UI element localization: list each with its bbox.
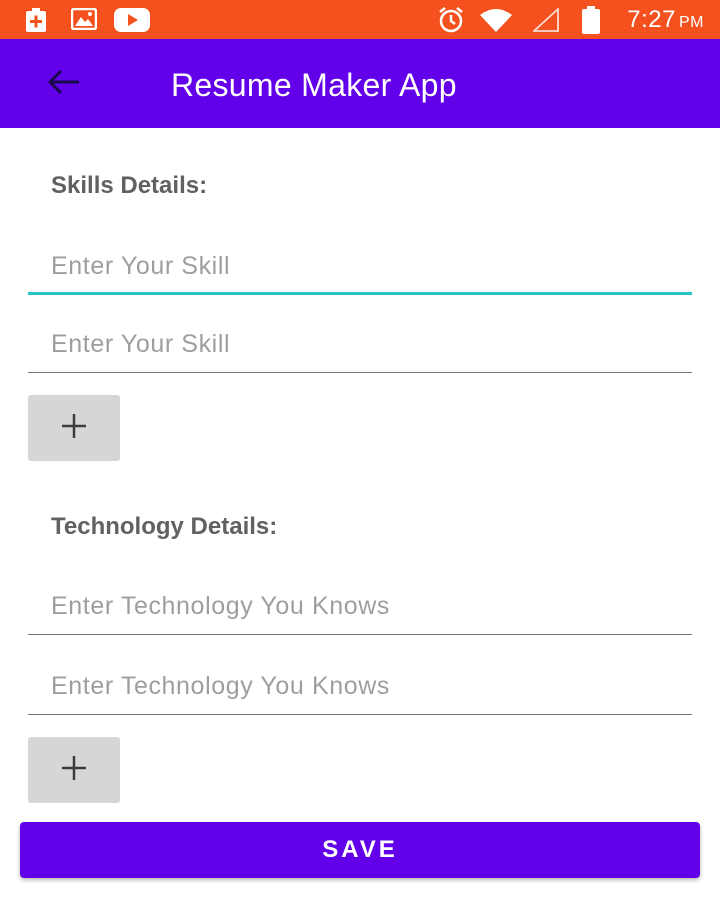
technology-input-2[interactable] [28,658,692,714]
back-button[interactable] [36,63,92,105]
signal-icon [531,6,559,37]
status-time: 7:27 PM [627,6,704,33]
technology-field-1 [28,578,692,638]
arrow-left-icon [47,69,81,100]
image-icon [70,7,98,35]
skill-input-1-underline [28,292,692,295]
battery-icon [582,6,600,39]
skill-input-1[interactable] [28,238,692,294]
technology-field-2 [28,658,692,718]
wifi-icon [479,8,513,37]
app-title: Resume Maker App [171,67,457,103]
save-button[interactable]: SAVE [20,822,700,878]
status-bar: 7:27 PM [0,0,720,39]
add-technology-button[interactable] [28,737,120,803]
technology-input-2-underline [28,714,692,715]
youtube-icon [114,8,150,37]
skill-input-2[interactable] [28,316,692,372]
alarm-icon [437,6,465,39]
technology-input-1[interactable] [28,578,692,634]
skill-field-1 [28,238,692,298]
status-ampm: PM [679,14,704,31]
add-skill-button[interactable] [28,395,120,461]
battery-saver-icon [25,8,47,37]
plus-icon [59,753,89,788]
technology-input-1-underline [28,634,692,635]
app-bar: Resume Maker App [0,39,720,128]
skill-field-2 [28,316,692,376]
skill-input-2-underline [28,372,692,373]
plus-icon [59,411,89,446]
skills-section-label: Skills Details: [51,172,208,199]
technology-section-label: Technology Details: [51,513,278,540]
